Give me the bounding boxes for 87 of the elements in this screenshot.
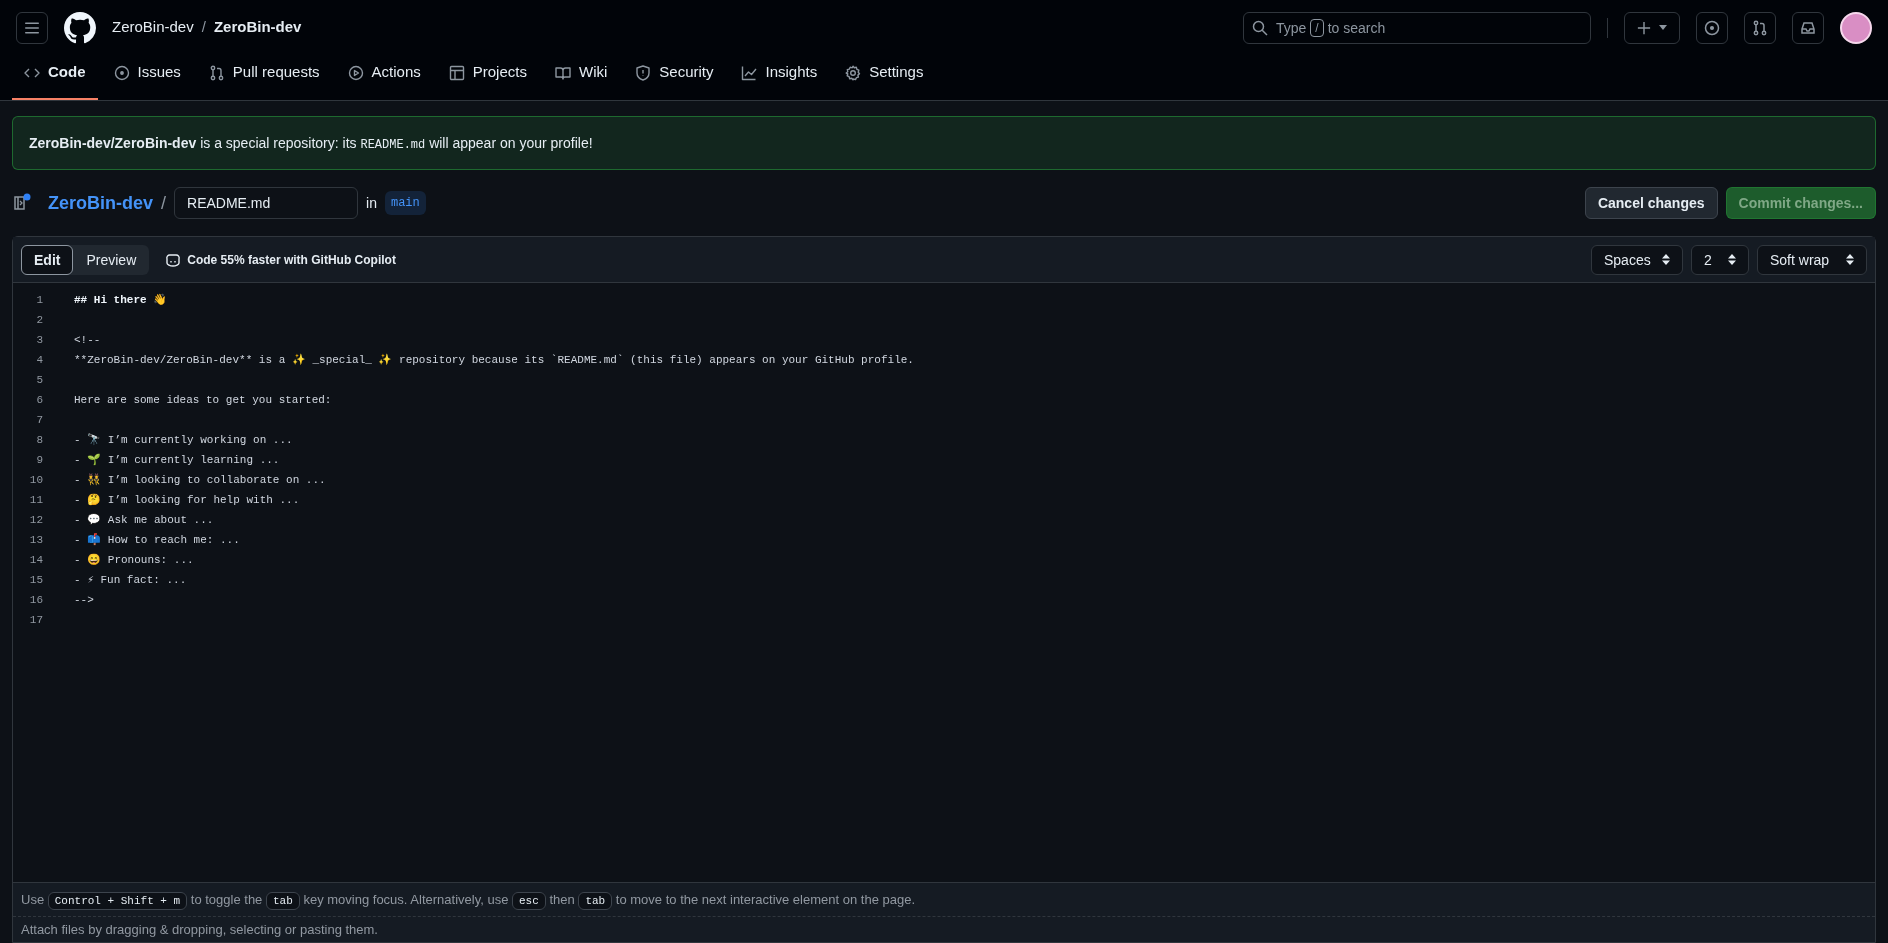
menu-button[interactable] xyxy=(16,11,48,44)
plus-icon xyxy=(1637,20,1651,35)
code-line: **ZeroBin-dev/ZeroBin-dev** is a ✨ _special_ ✨ repository because its `README.md` (this file) appears on your GitHub profile. xyxy=(74,352,914,368)
nav-tab[interactable]: Insights xyxy=(729,55,830,100)
search-placeholder: to search xyxy=(1327,18,1386,38)
line-number: 6 xyxy=(35,392,43,408)
search-placeholder: Type xyxy=(1276,18,1307,38)
owner-link[interactable]: ZeroBin-dev xyxy=(112,16,194,39)
code-line: <!-- xyxy=(74,332,101,348)
pull-request-icon xyxy=(208,64,225,81)
code-line: --> xyxy=(74,592,94,608)
file-tree-icon[interactable] xyxy=(12,193,32,213)
dropdown-select[interactable]: Spaces xyxy=(1591,244,1683,275)
in-label: in xyxy=(366,194,377,213)
line-number: 1 xyxy=(35,292,43,308)
line-number: 15 xyxy=(28,572,43,588)
code-line: - 😄 Pronouns: ... xyxy=(74,552,194,568)
dropdown-select[interactable]: 2 xyxy=(1691,244,1749,275)
caret-icon xyxy=(1659,25,1667,30)
avatar[interactable] xyxy=(1840,11,1872,44)
line-number: 14 xyxy=(28,552,43,568)
filename-input[interactable]: README.md xyxy=(174,187,359,219)
editor-tab[interactable]: Preview xyxy=(73,244,150,275)
line-number: 17 xyxy=(28,612,43,628)
copilot-icon xyxy=(165,252,182,267)
line-number: 5 xyxy=(35,372,43,388)
nav-tab[interactable]: Wiki xyxy=(542,55,620,100)
issues-button[interactable] xyxy=(1696,11,1728,44)
path-separator: / xyxy=(201,17,206,38)
line-number: 2 xyxy=(35,312,43,328)
line-number: 4 xyxy=(35,352,43,368)
shield-icon xyxy=(635,64,652,81)
table-icon xyxy=(448,64,465,81)
editor-tab[interactable]: Edit xyxy=(21,244,74,275)
dropdown-select[interactable]: Soft wrap xyxy=(1757,244,1867,275)
keyboard-hint: Use Control + Shift + m to toggle the tab key moving focus. Alternatively, use esc then tab to move to the next interactive element on the page. xyxy=(21,889,915,910)
code-line: Here are some ideas to get you started: xyxy=(74,392,332,408)
pull-request-icon xyxy=(1752,19,1768,36)
play-icon xyxy=(347,64,364,81)
line-number: 10 xyxy=(28,472,43,488)
code-line: - 💬 Ask me about ... xyxy=(74,512,214,528)
inbox-icon xyxy=(1800,19,1816,36)
line-number: 9 xyxy=(35,452,43,468)
line-number: 12 xyxy=(28,512,43,528)
pull-requests-button[interactable] xyxy=(1744,11,1776,44)
code-line: - 🔭 I’m currently working on ... xyxy=(74,432,293,448)
repo-link[interactable]: ZeroBin-dev xyxy=(48,189,153,217)
nav-tab[interactable]: Projects xyxy=(436,55,539,100)
code-line: ## Hi there 👋 xyxy=(74,292,168,308)
search-icon xyxy=(1252,19,1268,36)
logo-icon[interactable] xyxy=(64,11,96,44)
nav-tab[interactable]: Settings xyxy=(833,55,936,100)
sort-arrows-icon xyxy=(1846,254,1854,265)
line-number: 16 xyxy=(28,592,43,608)
inbox-button[interactable] xyxy=(1792,11,1824,44)
code-line: - 🌱 I’m currently learning ... xyxy=(74,452,280,468)
book-icon xyxy=(554,64,571,81)
branch-name: main xyxy=(384,191,426,215)
create-new-button[interactable] xyxy=(1624,11,1680,44)
settings-icon xyxy=(845,64,862,81)
line-number: 8 xyxy=(35,432,43,448)
line-number: 3 xyxy=(35,332,43,348)
nav-tab[interactable]: Issues xyxy=(101,55,193,100)
shortcut-key: / xyxy=(1310,18,1324,37)
issue-icon xyxy=(1704,19,1720,36)
attach-files-hint[interactable]: Attach files by dragging & dropping, selecting or pasting them. xyxy=(21,919,378,940)
cancel-button[interactable]: Cancel changes xyxy=(1584,187,1718,219)
nav-tab[interactable]: Actions xyxy=(335,55,433,100)
graph-icon xyxy=(741,64,758,81)
sort-arrows-icon xyxy=(1728,254,1736,265)
issue-icon xyxy=(113,64,130,81)
code-line: - 🤔 I’m looking for help with ... xyxy=(74,492,300,508)
code-line: - ⚡ Fun fact: ... xyxy=(74,572,187,588)
line-number: 13 xyxy=(28,532,43,548)
sort-arrows-icon xyxy=(1662,254,1670,265)
repo-link[interactable]: ZeroBin-dev xyxy=(213,16,302,39)
code-line: - 📫 How to reach me: ... xyxy=(74,532,240,548)
nav-tab[interactable]: Security xyxy=(623,55,726,100)
search-field[interactable]: Type / to search xyxy=(1243,11,1591,44)
line-number: 11 xyxy=(28,492,43,508)
banner-message: ZeroBin-dev/ZeroBin-dev is a special repository: its README.md will appear on your profile! xyxy=(29,134,593,153)
line-number: 7 xyxy=(35,412,43,428)
path-separator: / xyxy=(161,192,167,215)
copilot-promo[interactable]: Code 55% faster with GitHub Copilot xyxy=(187,251,396,268)
code-line: - 👯 I’m looking to collaborate on ... xyxy=(74,472,326,488)
nav-tab[interactable]: Pull requests xyxy=(196,55,332,100)
nav-tab[interactable]: Code xyxy=(12,55,98,100)
